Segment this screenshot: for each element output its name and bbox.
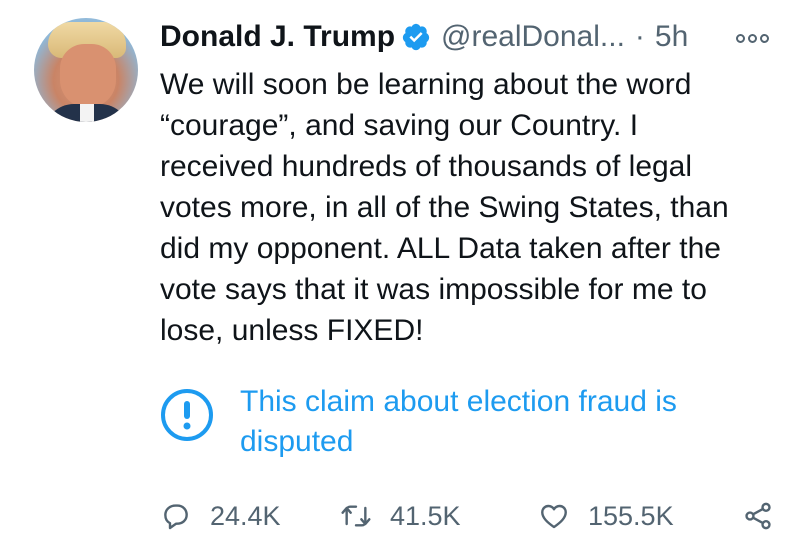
like-count: 155.5K — [588, 500, 674, 531]
heart-icon — [541, 504, 567, 529]
verified-badge-icon — [401, 22, 431, 52]
share-icon — [745, 502, 771, 530]
retweet-count: 41.5K — [390, 500, 461, 531]
tweet-text: We will soon be learning about the word … — [160, 68, 729, 347]
more-dot — [760, 33, 769, 43]
more-dot — [736, 33, 745, 43]
avatar-shirt — [80, 104, 94, 122]
tweet-timestamp[interactable]: 5h — [655, 18, 688, 56]
tweet-header: Donald J. Trump @realDonal... · 5h — [160, 18, 688, 56]
tweet-actions: 24.4K 41.5K 155.5K — [160, 500, 790, 540]
more-options-icon[interactable] — [736, 28, 780, 48]
reply-count: 24.4K — [210, 500, 281, 531]
retweet-button[interactable]: 41.5K — [340, 500, 461, 532]
avatar[interactable] — [34, 18, 138, 122]
more-dot — [748, 33, 757, 43]
separator-dot: · — [634, 20, 645, 53]
avatar-face — [60, 44, 116, 108]
reply-button[interactable]: 24.4K — [160, 500, 281, 532]
author-handle[interactable]: @realDonal... — [441, 18, 625, 56]
disputed-notice[interactable]: This claim about election fraud is dispu… — [160, 382, 760, 462]
like-button[interactable]: 155.5K — [538, 500, 674, 532]
retweet-icon — [341, 505, 371, 527]
exclamation-circle-icon — [160, 388, 214, 442]
reply-icon — [164, 504, 188, 530]
share-button[interactable] — [742, 500, 774, 532]
author-name[interactable]: Donald J. Trump — [160, 18, 395, 56]
notice-text[interactable]: This claim about election fraud is dispu… — [240, 382, 720, 462]
